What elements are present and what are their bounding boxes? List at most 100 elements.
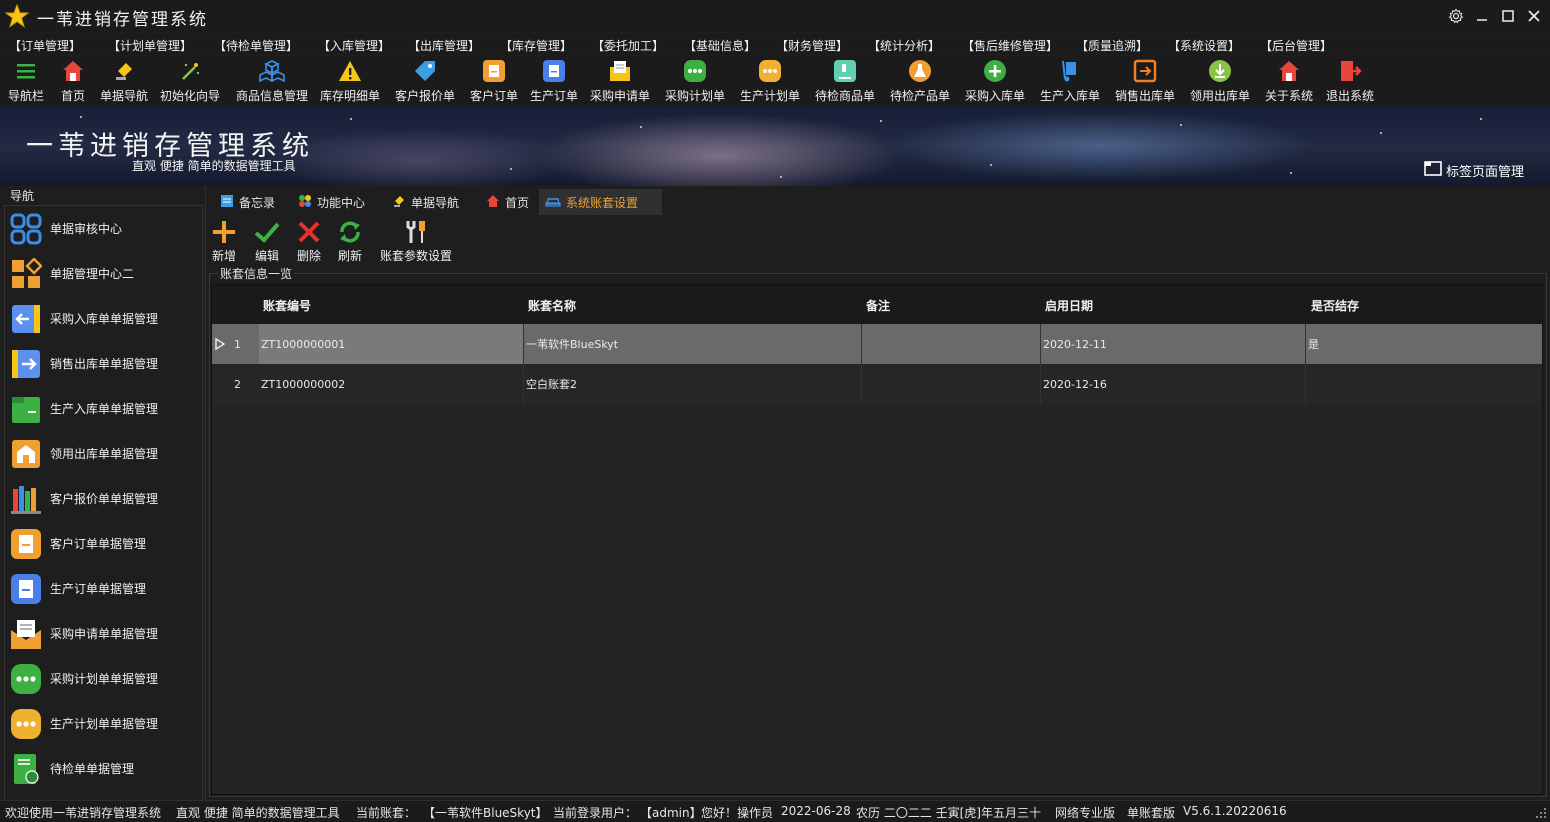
toolbar-purchase-plan-button[interactable]: 采购计划单: [665, 58, 725, 104]
cell-name[interactable]: 空白账套2: [524, 364, 862, 404]
menu-basic-info[interactable]: 【基础信息】: [684, 37, 756, 54]
column-header-start-date[interactable]: 启用日期: [1045, 297, 1093, 314]
cell-closed[interactable]: [1306, 364, 1542, 404]
menu-plan-management[interactable]: 【计划单管理】: [108, 37, 192, 54]
orange-blocks-icon: [10, 257, 42, 290]
settings-gear-icon[interactable]: [1444, 4, 1468, 28]
nav-item-purchase-in[interactable]: 采购入库单单据管理: [5, 296, 202, 341]
toolbar-customer-order-button[interactable]: 客户订单: [470, 58, 518, 104]
cell-note[interactable]: [862, 324, 1041, 364]
tab-home[interactable]: 首页: [480, 189, 535, 215]
arrow-right-box-icon: [10, 348, 42, 380]
tab-function-center[interactable]: 功能中心: [292, 189, 371, 215]
row-number: 2: [234, 377, 241, 391]
menu-inspection-management[interactable]: 【待检单管理】: [214, 37, 298, 54]
toolbar-purchase-request-button[interactable]: 采购申请单: [590, 58, 650, 104]
table-row[interactable]: 2 ZT1000000002 空白账套2 2020-12-16: [212, 364, 1542, 404]
four-dots-icon: [298, 194, 312, 211]
nav-item-production-in[interactable]: 生产入库单单据管理: [5, 386, 202, 431]
toolbar-purchase-in-button[interactable]: 采购入库单: [965, 58, 1025, 104]
resize-grip-icon[interactable]: [1535, 807, 1547, 822]
price-tag-icon: [412, 58, 438, 83]
cell-closed[interactable]: 是: [1306, 324, 1542, 364]
add-button[interactable]: 新增: [211, 220, 237, 264]
cell-code[interactable]: ZT1000000001: [259, 324, 524, 364]
toolbar-production-in-button[interactable]: 生产入库单: [1040, 58, 1100, 104]
tab-memo[interactable]: 备忘录: [214, 189, 281, 215]
tab-system-account-settings[interactable]: 系统账套设置: [539, 189, 662, 215]
banner-subtitle: 直观 便捷 简单的数据管理工具: [132, 159, 296, 173]
tab-page-management-button[interactable]: 标签页面管理: [1424, 160, 1524, 180]
magic-wand-icon: [177, 58, 203, 83]
maximize-icon[interactable]: [1496, 4, 1520, 28]
hand-truck-icon: [1057, 58, 1083, 83]
menu-order-management[interactable]: 【订单管理】: [9, 37, 81, 54]
nav-item-doc-center-2[interactable]: 单据管理中心二: [5, 251, 202, 296]
menu-outsourced-processing[interactable]: 【委托加工】: [592, 37, 664, 54]
menu-finance-management[interactable]: 【财务管理】: [776, 37, 848, 54]
toolbar-product-info-button[interactable]: 商品信息管理: [236, 58, 308, 104]
cell-date[interactable]: 2020-12-16: [1041, 364, 1306, 404]
menu-inbound-management[interactable]: 【入库管理】: [318, 37, 390, 54]
column-header-closed[interactable]: 是否结存: [1311, 297, 1359, 314]
banner: 一苇进销存管理系统 直观 便捷 简单的数据管理工具 标签页面管理: [0, 106, 1550, 186]
nav-item-pending-inspection[interactable]: 待检单单据管理: [5, 746, 202, 791]
toolbar-pending-product-button[interactable]: 待检产品单: [890, 58, 950, 104]
exit-icon: [1337, 58, 1363, 83]
toolbar-sales-out-button[interactable]: 销售出库单: [1115, 58, 1175, 104]
toolbar-about-button[interactable]: 关于系统: [1265, 58, 1313, 104]
close-icon[interactable]: [1522, 4, 1546, 28]
toolbar-pending-goods-button[interactable]: 待检商品单: [815, 58, 875, 104]
edit-button[interactable]: 编辑: [254, 220, 280, 264]
toolbar-production-order-button[interactable]: 生产订单: [530, 58, 578, 104]
toolbar-nav-button[interactable]: 导航栏: [8, 58, 44, 104]
toolbar-quote-button[interactable]: 客户报价单: [395, 58, 455, 104]
column-header-code[interactable]: 账套编号: [263, 297, 311, 314]
cell-name[interactable]: 一苇软件BlueSkyt: [524, 324, 862, 364]
menu-quality-trace[interactable]: 【质量追溯】: [1076, 37, 1148, 54]
delete-button[interactable]: 删除: [296, 220, 322, 264]
nav-item-quote[interactable]: 客户报价单单据管理: [5, 476, 202, 521]
account-params-button[interactable]: 账套参数设置: [380, 220, 452, 264]
nav-item-requisition-out[interactable]: 领用出库单单据管理: [5, 431, 202, 476]
cross-icon: [296, 220, 322, 244]
star-logo-icon: [4, 3, 30, 28]
minimize-icon[interactable]: [1470, 4, 1494, 28]
column-header-name[interactable]: 账套名称: [528, 297, 576, 314]
app-title: 一苇进销存管理系统: [37, 10, 208, 30]
tab-doc-nav[interactable]: 单据导航: [386, 189, 465, 215]
nav-item-audit-center[interactable]: 单据审核中心: [5, 206, 202, 251]
toolbar-home-button[interactable]: 首页: [60, 58, 86, 104]
toolbar-production-plan-button[interactable]: 生产计划单: [740, 58, 800, 104]
green-folder-icon: [10, 393, 42, 425]
nav-item-sales-out[interactable]: 销售出库单单据管理: [5, 341, 202, 386]
cell-date[interactable]: 2020-12-11: [1041, 324, 1306, 364]
nav-item-customer-order[interactable]: 客户订单单据管理: [5, 521, 202, 566]
nav-item-purchase-plan[interactable]: 采购计划单单据管理: [5, 656, 202, 701]
menu-backend-management[interactable]: 【后台管理】: [1260, 37, 1332, 54]
menu-after-sales[interactable]: 【售后维修管理】: [962, 37, 1058, 54]
yellow-dots-icon: [757, 58, 783, 83]
toolbar-stock-detail-button[interactable]: 库存明细单: [320, 58, 380, 104]
hamburger-icon: [13, 58, 39, 83]
column-header-note[interactable]: 备注: [866, 297, 890, 314]
table-row[interactable]: 1 ZT1000000001 一苇软件BlueSkyt 2020-12-11 是: [212, 324, 1542, 364]
nav-item-production-plan[interactable]: 生产计划单单据管理: [5, 701, 202, 746]
menu-statistics[interactable]: 【统计分析】: [868, 37, 940, 54]
menu-system-settings[interactable]: 【系统设置】: [1168, 37, 1240, 54]
toolbar-init-wizard-button[interactable]: 初始化向导: [160, 58, 220, 104]
refresh-button[interactable]: 刷新: [337, 220, 363, 264]
toolbar-requisition-out-button[interactable]: 领用出库单: [1190, 58, 1250, 104]
toolbar-exit-button[interactable]: 退出系统: [1326, 58, 1374, 104]
blue-doc-icon: [10, 573, 42, 605]
nav-item-production-order[interactable]: 生产订单单据管理: [5, 566, 202, 611]
toolbar-doc-nav-button[interactable]: 单据导航: [100, 58, 148, 104]
menu-inventory-management[interactable]: 【库存管理】: [500, 37, 572, 54]
plus-icon: [211, 220, 237, 244]
menu-outbound-management[interactable]: 【出库管理】: [408, 37, 480, 54]
cell-note[interactable]: [862, 364, 1041, 404]
nav-item-purchase-request[interactable]: 采购申请单单据管理: [5, 611, 202, 656]
cell-code[interactable]: ZT1000000002: [259, 364, 524, 404]
status-user: 【admin】: [640, 806, 702, 820]
refresh-icon: [337, 220, 363, 244]
